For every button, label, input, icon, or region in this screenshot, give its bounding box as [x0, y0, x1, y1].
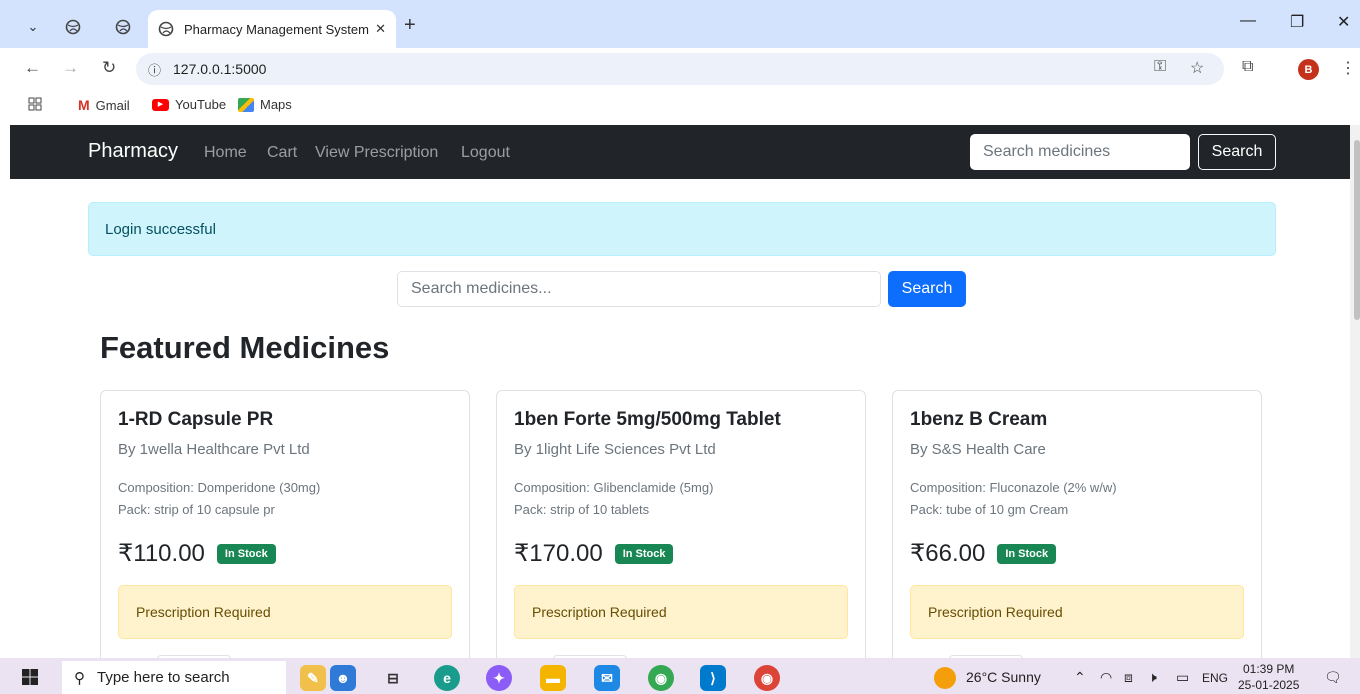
maps-icon [238, 97, 254, 112]
weather-sun-icon[interactable] [934, 667, 956, 689]
stock-badge: In Stock [216, 543, 276, 564]
tab-title: Pharmacy Management System [184, 21, 369, 37]
bookmark-gmail[interactable]: M Gmail [78, 97, 130, 113]
stock-badge: In Stock [997, 543, 1057, 564]
extensions-puzzle-icon[interactable]: ⧉ [1242, 58, 1253, 76]
minimize-icon[interactable]: — [1240, 12, 1256, 30]
medicine-pack: Pack: strip of 10 tablets [514, 502, 650, 517]
volume-muted-icon[interactable]: 🕨 [1148, 669, 1157, 686]
prescription-required-alert: Prescription Required [514, 585, 848, 639]
notifications-icon[interactable]: 🗨 [1324, 669, 1342, 686]
weather-text[interactable]: 26°C Sunny [966, 669, 1041, 685]
nav-link-cart[interactable]: Cart [267, 144, 297, 162]
prescription-required-alert: Prescription Required [910, 585, 1244, 639]
medicine-name: 1ben Forte 5mg/500mg Tablet [514, 409, 781, 430]
section-title: Featured Medicines [100, 330, 390, 365]
edge-browser-icon[interactable]: e [434, 665, 460, 691]
stock-badge: In Stock [614, 543, 674, 564]
chrome-profile-icon[interactable]: ◉ [648, 665, 674, 691]
taskbar-clock[interactable]: 01:39 PM 25-01-2025 [1238, 661, 1299, 693]
medicine-card: 1benz B Cream By S&S Health Care Composi… [892, 390, 1262, 658]
clock-date: 25-01-2025 [1238, 678, 1300, 692]
restore-icon[interactable]: ❐ [1290, 12, 1304, 32]
medicine-price: ₹66.00 [910, 540, 986, 567]
bookmark-label: Maps [260, 97, 292, 112]
nav-link-home[interactable]: Home [204, 144, 247, 162]
url-text: 127.0.0.1:5000 [173, 61, 267, 77]
mail-icon[interactable]: ✉ [594, 665, 620, 691]
medicine-pack: Pack: tube of 10 gm Cream [910, 502, 1069, 517]
medicine-card: 1ben Forte 5mg/500mg Tablet By 1light Li… [496, 390, 866, 658]
site-navbar: Pharmacy Home Cart View Prescription Log… [10, 125, 1350, 179]
price-row: ₹170.00 In Stock [514, 539, 674, 568]
bookmark-label: YouTube [175, 97, 227, 112]
taskbar-search-box[interactable]: ⚲ Type here to search [62, 661, 286, 694]
youtube-icon: ▶ [152, 98, 169, 111]
bookmark-star-icon[interactable]: ☆ [1190, 58, 1204, 78]
medicine-name: 1-RD Capsule PR [118, 409, 274, 430]
medicine-composition: Composition: Fluconazole (2% w/w) [910, 480, 1117, 495]
gmail-icon: M [78, 97, 90, 113]
file-explorer-icon[interactable]: ▬ [540, 665, 566, 691]
tray-chevron-icon[interactable]: ⌃ [1074, 669, 1086, 686]
reload-icon[interactable]: ↻ [102, 58, 116, 78]
medicine-price: ₹170.00 [514, 540, 603, 567]
task-view-icon[interactable]: ⊟ [380, 665, 406, 691]
login-success-alert: Login successful [88, 202, 1276, 256]
medicine-name: 1benz B Cream [910, 409, 1048, 430]
taskbar-search-placeholder: Type here to search [97, 669, 230, 686]
globe-icon [158, 21, 174, 37]
browser-menu-icon[interactable]: ⋮ [1340, 58, 1356, 78]
prescription-required-alert: Prescription Required [118, 585, 452, 639]
active-tab[interactable]: Pharmacy Management System ✕ [148, 10, 396, 48]
forward-arrow-icon[interactable]: → [62, 58, 79, 78]
meet-icon[interactable]: ⧈ [1124, 669, 1133, 686]
back-arrow-icon[interactable]: ← [24, 58, 41, 78]
scrollbar-thumb[interactable] [1354, 140, 1360, 320]
new-tab-plus-icon[interactable]: + [404, 14, 416, 36]
inactive-tab-globe-icon[interactable] [60, 14, 86, 40]
nav-link-logout[interactable]: Logout [461, 144, 510, 162]
search-icon: ⚲ [74, 669, 85, 687]
tab-search-chevron-icon[interactable]: ⌄ [20, 14, 46, 40]
bookmark-maps[interactable]: Maps [238, 97, 292, 112]
medicine-price: ₹110.00 [118, 540, 205, 567]
vscode-icon[interactable]: ⟩ [700, 665, 726, 691]
wifi-icon[interactable]: ◠ [1100, 669, 1112, 686]
person-app-icon[interactable]: ☻ [330, 665, 356, 691]
site-info-icon[interactable]: ⓘ [148, 60, 161, 79]
medicine-pack: Pack: strip of 10 capsule pr [118, 502, 275, 517]
medicine-manufacturer: By 1wella Healthcare Pvt Ltd [118, 441, 310, 458]
main-search-input[interactable]: Search medicines... [397, 271, 881, 307]
nav-link-view-prescription[interactable]: View Prescription [315, 144, 438, 162]
password-key-icon[interactable]: ⚿ [1154, 58, 1166, 76]
window-close-icon[interactable]: ✕ [1337, 12, 1350, 32]
medicine-manufacturer: By S&S Health Care [910, 441, 1046, 458]
medicine-card: 1-RD Capsule PR By 1wella Healthcare Pvt… [100, 390, 470, 658]
tab-close-icon[interactable]: ✕ [375, 21, 386, 37]
brand-logo[interactable]: Pharmacy [88, 140, 178, 163]
clock-time: 01:39 PM [1243, 662, 1295, 676]
medicine-composition: Composition: Domperidone (30mg) [118, 480, 321, 495]
medicine-composition: Composition: Glibenclamide (5mg) [514, 480, 714, 495]
battery-icon[interactable]: ▭ [1176, 669, 1189, 686]
chrome-icon[interactable]: ◉ [754, 665, 780, 691]
profile-avatar[interactable]: B [1298, 59, 1319, 80]
notepad-icon[interactable]: ✎ [300, 665, 326, 691]
price-row: ₹66.00 In Stock [910, 539, 1057, 568]
omnibox[interactable]: ⓘ 127.0.0.1:5000 [136, 53, 1224, 85]
language-indicator[interactable]: ENG [1202, 671, 1228, 685]
bookmark-label: Gmail [95, 97, 130, 113]
medicine-manufacturer: By 1light Life Sciences Pvt Ltd [514, 441, 716, 458]
inactive-tab-globe-icon-2[interactable] [110, 14, 136, 40]
page-viewport: Pharmacy Home Cart View Prescription Log… [10, 125, 1350, 658]
bookmark-youtube[interactable]: ▶ YouTube [152, 97, 226, 112]
copilot-icon[interactable]: ✦ [486, 665, 512, 691]
apps-grid-icon[interactable] [28, 97, 42, 111]
windows-start-icon[interactable] [22, 669, 38, 685]
main-search-button[interactable]: Search [888, 271, 966, 307]
navbar-search-button[interactable]: Search [1198, 134, 1276, 170]
price-row: ₹110.00 In Stock [118, 539, 276, 568]
navbar-search-input[interactable]: Search medicines [970, 134, 1190, 170]
